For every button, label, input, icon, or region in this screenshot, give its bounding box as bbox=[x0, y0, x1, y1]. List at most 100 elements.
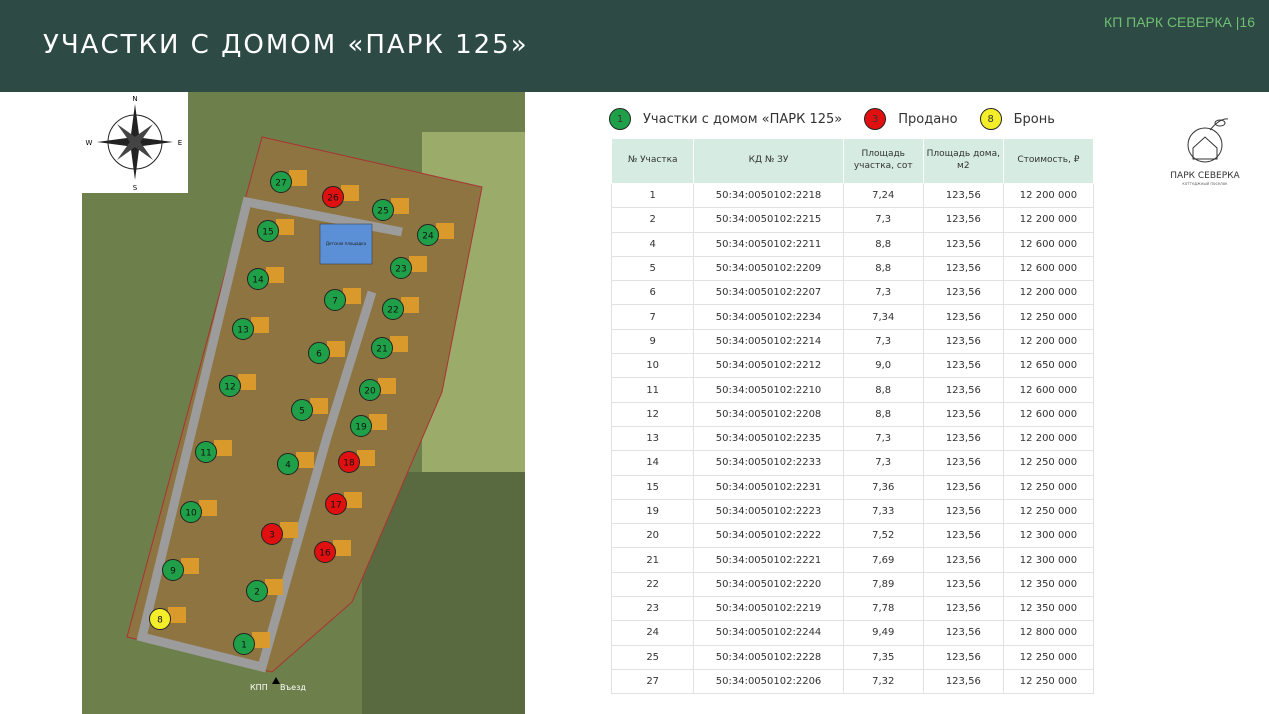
table-cell: 11 bbox=[610, 377, 695, 403]
table-cell: 20 bbox=[610, 523, 695, 549]
table-row: 27 50:34:0050102:2206 7,32 123,56 12 250 000 bbox=[610, 668, 1095, 695]
table-cell: 12 250 000 bbox=[1002, 498, 1095, 525]
table-cell: 12 600 000 bbox=[1002, 401, 1095, 427]
legend-label-sold: Продано bbox=[898, 111, 958, 127]
table-cell: 21 bbox=[610, 547, 695, 573]
table-cell: 7,3 bbox=[842, 328, 924, 355]
plot-number: 7 bbox=[332, 297, 338, 307]
column-header: № Участка bbox=[610, 138, 695, 184]
table-cell: 50:34:0050102:2218 bbox=[693, 182, 844, 209]
legend: 1 Участки с домом «ПАРК 125» 3 Продано 8 Бр… bbox=[609, 108, 1077, 130]
table-row: 2 50:34:0050102:2215 7,3 123,56 12 200 000 bbox=[610, 207, 1095, 233]
table-cell: 12 300 000 bbox=[1002, 547, 1095, 573]
table-cell: 50:34:0050102:2220 bbox=[693, 571, 844, 598]
table-cell: 6 bbox=[610, 280, 695, 306]
checkpoint-label: КПП bbox=[250, 683, 268, 692]
plot-number: 12 bbox=[224, 383, 235, 393]
table-cell: 123,56 bbox=[922, 620, 1004, 646]
table-cell: 123,56 bbox=[922, 498, 1004, 525]
table-cell: 50:34:0050102:2233 bbox=[693, 450, 844, 476]
table-cell: 50:34:0050102:2231 bbox=[693, 474, 844, 500]
table-cell: 8,8 bbox=[842, 377, 924, 403]
table-cell: 7,3 bbox=[842, 280, 924, 306]
table-cell: 12 200 000 bbox=[1002, 182, 1095, 209]
table-cell: 50:34:0050102:2222 bbox=[693, 523, 844, 549]
table-cell: 12 200 000 bbox=[1002, 328, 1095, 355]
table-cell: 12 250 000 bbox=[1002, 304, 1095, 330]
legend-dot-sold: 3 bbox=[864, 108, 887, 130]
table-cell: 123,56 bbox=[922, 353, 1004, 379]
table-cell: 12 bbox=[610, 401, 695, 427]
table-cell: 24 bbox=[610, 620, 695, 646]
brand-label: КП ПАРК СЕВЕРКА |16 bbox=[1104, 14, 1255, 30]
legend-dot-available: 1 bbox=[609, 108, 631, 130]
table-row: 10 50:34:0050102:2212 9,0 123,56 12 650 000 bbox=[610, 353, 1095, 379]
table-cell: 7,69 bbox=[842, 547, 924, 573]
table-cell: 50:34:0050102:2214 bbox=[693, 328, 844, 355]
table-cell: 7,33 bbox=[842, 498, 924, 525]
table-cell: 50:34:0050102:2207 bbox=[693, 280, 844, 306]
site-plan-map: Детская площадка N S E W КПП Въезд 27262… bbox=[82, 92, 525, 714]
plot-number: 25 bbox=[377, 207, 388, 217]
table-cell: 12 600 000 bbox=[1002, 255, 1095, 282]
table-cell: 15 bbox=[610, 474, 695, 500]
table-cell: 50:34:0050102:2219 bbox=[693, 596, 844, 622]
table-cell: 9,0 bbox=[842, 353, 924, 379]
table-cell: 5 bbox=[610, 255, 695, 282]
table-row: 15 50:34:0050102:2231 7,36 123,56 12 250 000 bbox=[610, 474, 1095, 500]
table-cell: 123,56 bbox=[922, 474, 1004, 500]
logo-name: ПАРК СЕВЕРКА bbox=[1170, 171, 1240, 181]
table-cell: 7,34 bbox=[842, 304, 924, 330]
plots-table: № Участка КД № ЗУ Площадь участка, сот Площ… bbox=[610, 138, 1095, 695]
plot-number: 23 bbox=[395, 265, 406, 275]
plot-number: 17 bbox=[330, 501, 341, 511]
table-cell: 12 250 000 bbox=[1002, 474, 1095, 500]
table-cell: 7,52 bbox=[842, 523, 924, 549]
legend-dot-reserved: 8 bbox=[979, 108, 1002, 130]
table-row: 21 50:34:0050102:2221 7,69 123,56 12 300 000 bbox=[610, 547, 1095, 573]
plot-number: 14 bbox=[252, 276, 264, 286]
table-cell: 9,49 bbox=[842, 620, 924, 646]
legend-label-reserved: Бронь bbox=[1013, 111, 1055, 127]
plot-number: 10 bbox=[185, 509, 197, 519]
table-cell: 9 bbox=[610, 328, 695, 355]
column-header: КД № ЗУ bbox=[693, 138, 844, 184]
logo-subtitle: коттеджный поселок bbox=[1182, 181, 1228, 186]
table-cell: 50:34:0050102:2206 bbox=[693, 668, 844, 695]
table-cell: 123,56 bbox=[922, 328, 1004, 355]
playground-label: Детская площадка bbox=[326, 241, 367, 246]
plot-number: 19 bbox=[355, 423, 367, 433]
table-cell: 12 200 000 bbox=[1002, 425, 1095, 452]
table-row: 9 50:34:0050102:2214 7,3 123,56 12 200 000 bbox=[610, 328, 1095, 355]
table-row: 4 50:34:0050102:2211 8,8 123,56 12 600 000 bbox=[610, 231, 1095, 257]
table-cell: 7,89 bbox=[842, 571, 924, 598]
table-cell: 12 200 000 bbox=[1002, 207, 1095, 233]
table-row: 25 50:34:0050102:2228 7,35 123,56 12 250 000 bbox=[610, 644, 1095, 670]
logo: ПАРК СЕВЕРКА коттеджный поселок bbox=[1165, 115, 1245, 186]
table-row: 22 50:34:0050102:2220 7,89 123,56 12 350 000 bbox=[610, 571, 1095, 598]
table-cell: 12 200 000 bbox=[1002, 280, 1095, 306]
entrance-label: Въезд bbox=[280, 683, 306, 692]
header-bar: УЧАСТКИ С ДОМОМ «ПАРК 125» КП ПАРК СЕВЕР… bbox=[0, 0, 1269, 92]
plot-number: 6 bbox=[316, 350, 322, 360]
table-cell: 7,3 bbox=[842, 425, 924, 452]
table-cell: 7 bbox=[610, 304, 695, 330]
table-cell: 123,56 bbox=[922, 547, 1004, 573]
column-header: Площадь дома, м2 bbox=[922, 138, 1004, 184]
table-cell: 50:34:0050102:2215 bbox=[693, 207, 844, 233]
table-cell: 123,56 bbox=[922, 207, 1004, 233]
table-cell: 123,56 bbox=[922, 231, 1004, 257]
table-cell: 123,56 bbox=[922, 668, 1004, 695]
table-cell: 123,56 bbox=[922, 280, 1004, 306]
table-cell: 123,56 bbox=[922, 596, 1004, 622]
table-cell: 7,35 bbox=[842, 644, 924, 670]
plot-number: 2 bbox=[254, 588, 260, 598]
plot-number: 8 bbox=[157, 616, 163, 626]
table-cell: 50:34:0050102:2208 bbox=[693, 401, 844, 427]
table-row: 11 50:34:0050102:2210 8,8 123,56 12 600 000 bbox=[610, 377, 1095, 403]
table-cell: 12 250 000 bbox=[1002, 450, 1095, 476]
table-cell: 8,8 bbox=[842, 255, 924, 282]
table-row: 1 50:34:0050102:2218 7,24 123,56 12 200 000 bbox=[610, 182, 1095, 209]
table-row: 6 50:34:0050102:2207 7,3 123,56 12 200 000 bbox=[610, 280, 1095, 306]
table-cell: 13 bbox=[610, 425, 695, 452]
